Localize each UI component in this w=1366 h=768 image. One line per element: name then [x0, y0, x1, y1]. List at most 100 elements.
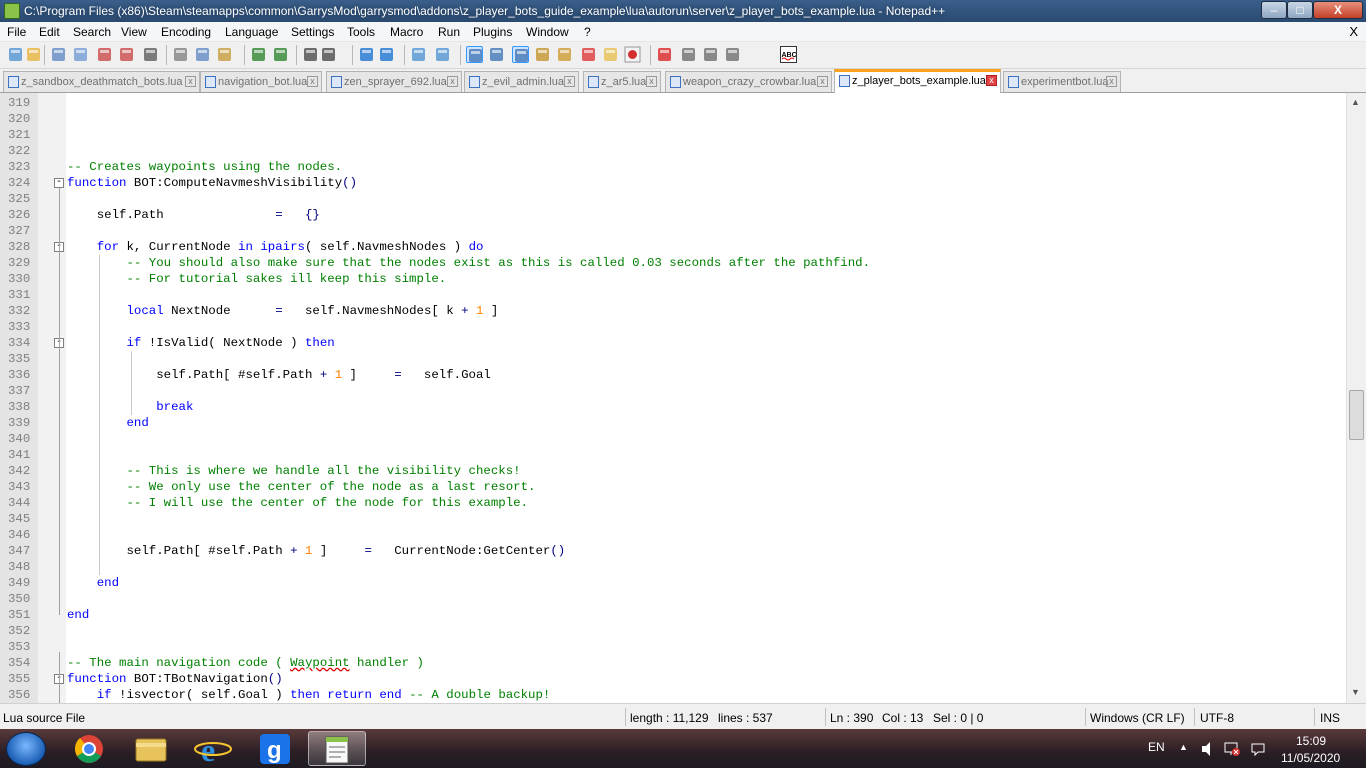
code-line[interactable]: 336 self.Path[ #self.Path + 1 ] = self.G… — [0, 367, 1346, 383]
code-line[interactable]: 356 if !isvector( self.Goal ) then retur… — [0, 687, 1346, 703]
undo-icon[interactable] — [250, 46, 267, 63]
spell-check-icon[interactable]: ABC — [780, 46, 797, 63]
menu-file[interactable]: File — [7, 25, 26, 39]
action-center-icon[interactable] — [1250, 741, 1266, 760]
minimize-button[interactable]: – — [1261, 1, 1287, 19]
menu-language[interactable]: Language — [225, 25, 278, 39]
code-line[interactable]: 349 end — [0, 575, 1346, 591]
code-line[interactable]: 350 — [0, 591, 1346, 607]
scroll-up-arrow[interactable]: ▲ — [1351, 97, 1360, 107]
tab-close-icon[interactable]: x — [447, 76, 458, 87]
code-line[interactable]: 326 self.Path = {} — [0, 207, 1346, 223]
zoom-out-icon[interactable] — [378, 46, 395, 63]
code-line[interactable]: 332 local NextNode = self.NavmeshNodes[ … — [0, 303, 1346, 319]
code-area[interactable]: 319 320 321 322 323 -- Creates waypoints usin… — [0, 93, 1346, 703]
volume-icon[interactable] — [1200, 741, 1216, 760]
code-line[interactable]: 325 — [0, 191, 1346, 207]
code-line[interactable]: 344 -- I will use the center of the node… — [0, 495, 1346, 511]
maximize-button[interactable]: □ — [1287, 1, 1313, 19]
doc-map-icon[interactable] — [534, 46, 551, 63]
tab-experimentbot[interactable]: experimentbot.lua x — [1003, 71, 1121, 92]
indent-guide-icon[interactable] — [512, 46, 529, 63]
tab-navigation-bot[interactable]: navigation_bot.lua x — [200, 71, 322, 92]
clock-date[interactable]: 11/05/2020 — [1281, 751, 1340, 765]
menu-search[interactable]: Search — [73, 25, 111, 39]
code-editor[interactable]: 319 320 321 322 323 -- Creates waypoints usin… — [0, 93, 1366, 703]
fold-toggle-icon[interactable]: - — [54, 178, 64, 188]
code-line[interactable]: 346 — [0, 527, 1346, 543]
replace-icon[interactable] — [320, 46, 337, 63]
save-all-icon[interactable] — [72, 46, 89, 63]
code-line[interactable]: 353 — [0, 639, 1346, 655]
code-line[interactable]: 355-function BOT:TBotNavigation() — [0, 671, 1346, 687]
scroll-down-arrow[interactable]: ▼ — [1351, 687, 1360, 697]
tab-weapon-crazy-crowbar[interactable]: weapon_crazy_crowbar.lua x — [665, 71, 832, 92]
play-macro-icon[interactable] — [680, 46, 697, 63]
code-line[interactable]: 343 -- We only use the center of the nod… — [0, 479, 1346, 495]
close-window-button[interactable]: X — [1313, 1, 1363, 19]
code-line[interactable]: 342 -- This is where we handle all the v… — [0, 463, 1346, 479]
monitoring-icon[interactable] — [602, 46, 619, 63]
menu-view[interactable]: View — [121, 25, 147, 39]
copy-icon[interactable] — [194, 46, 211, 63]
code-line[interactable]: 324 - function BOT:ComputeNavmeshVisibilit… — [0, 175, 1346, 191]
tab-z-evil-admin[interactable]: z_evil_admin.lua x — [464, 71, 579, 92]
find-icon[interactable] — [302, 46, 319, 63]
menu-help[interactable]: ? — [584, 25, 591, 39]
zoom-in-icon[interactable] — [358, 46, 375, 63]
new-file-icon[interactable] — [7, 46, 24, 63]
close-all-icon[interactable] — [118, 46, 135, 63]
code-line[interactable]: 334- if !IsValid( NextNode ) then — [0, 335, 1346, 351]
code-line[interactable]: 352 — [0, 623, 1346, 639]
tab-close-icon[interactable]: x — [1106, 76, 1117, 87]
code-line[interactable]: 337 — [0, 383, 1346, 399]
code-line[interactable]: 328- for k, CurrentNode in ipairs( self.… — [0, 239, 1346, 255]
notepad-plus-plus-icon[interactable] — [308, 731, 366, 766]
paste-icon[interactable] — [216, 46, 233, 63]
word-wrap-icon[interactable] — [466, 46, 483, 63]
tab-close-icon[interactable]: x — [564, 76, 575, 87]
menu-encoding[interactable]: Encoding — [161, 25, 211, 39]
sync-horizontal-icon[interactable] — [434, 46, 451, 63]
function-list-icon[interactable] — [556, 46, 573, 63]
tab-z-ar5[interactable]: z_ar5.lua x — [583, 71, 661, 92]
save-icon[interactable] — [50, 46, 67, 63]
menu-run[interactable]: Run — [438, 25, 460, 39]
cut-icon[interactable] — [172, 46, 189, 63]
code-line[interactable]: 351 end — [0, 607, 1346, 623]
file-explorer-icon[interactable] — [122, 731, 180, 766]
code-line[interactable]: 330 -- For tutorial sakes ill keep this … — [0, 271, 1346, 287]
code-line[interactable]: 319 — [0, 95, 1346, 111]
code-line[interactable]: 335 — [0, 351, 1346, 367]
record-macro-icon[interactable] — [624, 46, 641, 63]
code-line[interactable]: 320 — [0, 111, 1346, 127]
internet-explorer-icon[interactable]: e — [184, 731, 242, 768]
vertical-scrollbar[interactable]: ▲ ▼ — [1346, 93, 1366, 703]
menu-window[interactable]: Window — [526, 25, 569, 39]
code-line[interactable]: 331 — [0, 287, 1346, 303]
code-line[interactable]: 354 -- The main navigation code ( Waypoin… — [0, 655, 1346, 671]
tab-close-icon[interactable]: x — [817, 76, 828, 87]
chrome-icon[interactable] — [60, 731, 118, 766]
show-hidden-icons-arrow[interactable]: ▲ — [1179, 742, 1188, 752]
tab-close-icon[interactable]: x — [646, 76, 657, 87]
tab-z-sandbox-deathmatch-bots[interactable]: z_sandbox_deathmatch_bots.lua x — [3, 71, 200, 92]
code-line[interactable]: 333 — [0, 319, 1346, 335]
print-icon[interactable] — [142, 46, 159, 63]
code-line[interactable]: 345 — [0, 511, 1346, 527]
menu-macro[interactable]: Macro — [390, 25, 423, 39]
close-icon[interactable] — [96, 46, 113, 63]
code-line[interactable]: 329 -- You should also make sure that th… — [0, 255, 1346, 271]
tab-z-player-bots-example[interactable]: z_player_bots_example.lua x — [834, 69, 1001, 93]
open-file-icon[interactable] — [25, 46, 42, 63]
code-line[interactable]: 341 — [0, 447, 1346, 463]
redo-icon[interactable] — [272, 46, 289, 63]
clock-time[interactable]: 15:09 — [1296, 734, 1326, 748]
menu-settings[interactable]: Settings — [291, 25, 334, 39]
code-line[interactable]: 327 — [0, 223, 1346, 239]
tab-zen-sprayer-692[interactable]: zen_sprayer_692.lua x — [326, 71, 462, 92]
menu-edit[interactable]: Edit — [39, 25, 60, 39]
stop-record-icon[interactable] — [656, 46, 673, 63]
garrys-mod-icon[interactable]: g — [246, 731, 304, 766]
code-line[interactable]: 339 end — [0, 415, 1346, 431]
